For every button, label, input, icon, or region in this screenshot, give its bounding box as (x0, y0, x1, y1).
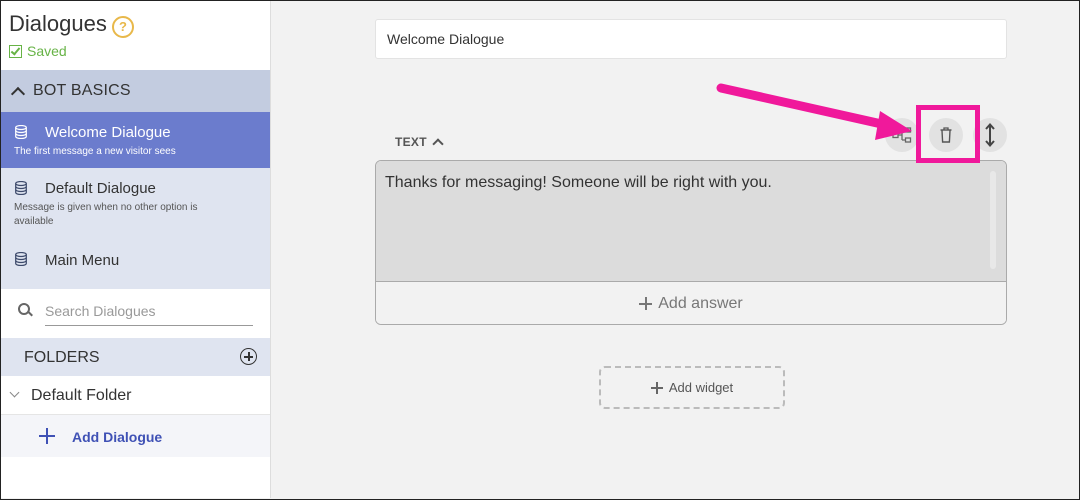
add-answer-label: Add answer (658, 294, 743, 312)
search-input[interactable] (45, 299, 253, 326)
chevron-up-icon (10, 86, 26, 101)
plus-icon (639, 297, 653, 310)
database-icon (15, 252, 27, 266)
add-widget-button[interactable]: Add widget (599, 366, 785, 409)
section-bot-basics[interactable]: BOT BASICS (1, 70, 270, 112)
folder-item-default[interactable]: Default Folder (1, 376, 270, 415)
dialogue-subtitle: The first message a new visitor sees (14, 146, 176, 157)
section-label: BOT BASICS (33, 82, 131, 99)
search-icon (18, 303, 30, 315)
add-folder-icon[interactable] (240, 348, 257, 365)
dialogue-name: Main Menu (45, 252, 120, 269)
folder-label: Default Folder (31, 387, 132, 404)
sidebar-item-welcome-dialogue[interactable]: Welcome Dialogue The first message a new… (1, 112, 270, 168)
folders-header: FOLDERS (1, 338, 270, 376)
vertical-resize-icon (985, 123, 995, 147)
dialogue-subtitle: Message is given when no other option is… (14, 202, 198, 227)
scrollbar[interactable] (990, 171, 996, 269)
flow-chart-icon (892, 127, 912, 143)
chevron-up-icon (432, 138, 444, 150)
sidebar-header: Dialogues ? Saved (1, 1, 270, 70)
search-bar (1, 289, 270, 338)
widget-type-label: TEXT (395, 135, 427, 149)
sidebar-item-default-dialogue[interactable]: Default Dialogue Message is given when n… (1, 168, 270, 234)
add-dialogue-label: Add Dialogue (72, 429, 163, 445)
folders-label: FOLDERS (24, 349, 100, 366)
dialogue-name: Welcome Dialogue (45, 124, 171, 141)
annotation-highlight-box (916, 105, 980, 163)
widget-type-toggle[interactable]: TEXT (395, 135, 444, 150)
dialogue-title-input[interactable] (375, 19, 1007, 59)
database-icon (15, 181, 27, 195)
saved-label: Saved (27, 43, 67, 59)
dialogue-name: Default Dialogue (45, 180, 156, 197)
flow-button[interactable] (885, 118, 919, 152)
question-mark-icon[interactable]: ? (112, 16, 134, 38)
add-answer-button[interactable]: Add answer (376, 281, 1006, 324)
sidebar-title: Dialogues (9, 11, 107, 36)
saved-status: Saved (9, 43, 67, 59)
plus-icon (39, 428, 55, 444)
database-icon (15, 125, 27, 139)
sidebar: Dialogues ? Saved BOT BASICS Welcome Dia… (1, 1, 271, 498)
message-text: Thanks for messaging! Someone will be ri… (385, 174, 772, 191)
add-dialogue-button[interactable]: Add Dialogue (1, 415, 270, 457)
checkbox-icon (9, 44, 22, 58)
plus-icon (650, 381, 663, 394)
chevron-down-icon (9, 387, 20, 398)
message-text-area[interactable]: Thanks for messaging! Someone will be ri… (376, 161, 1006, 281)
add-widget-label: Add widget (668, 380, 734, 395)
text-widget: Thanks for messaging! Someone will be ri… (375, 160, 1007, 325)
sidebar-item-main-menu[interactable]: Main Menu (1, 234, 270, 289)
